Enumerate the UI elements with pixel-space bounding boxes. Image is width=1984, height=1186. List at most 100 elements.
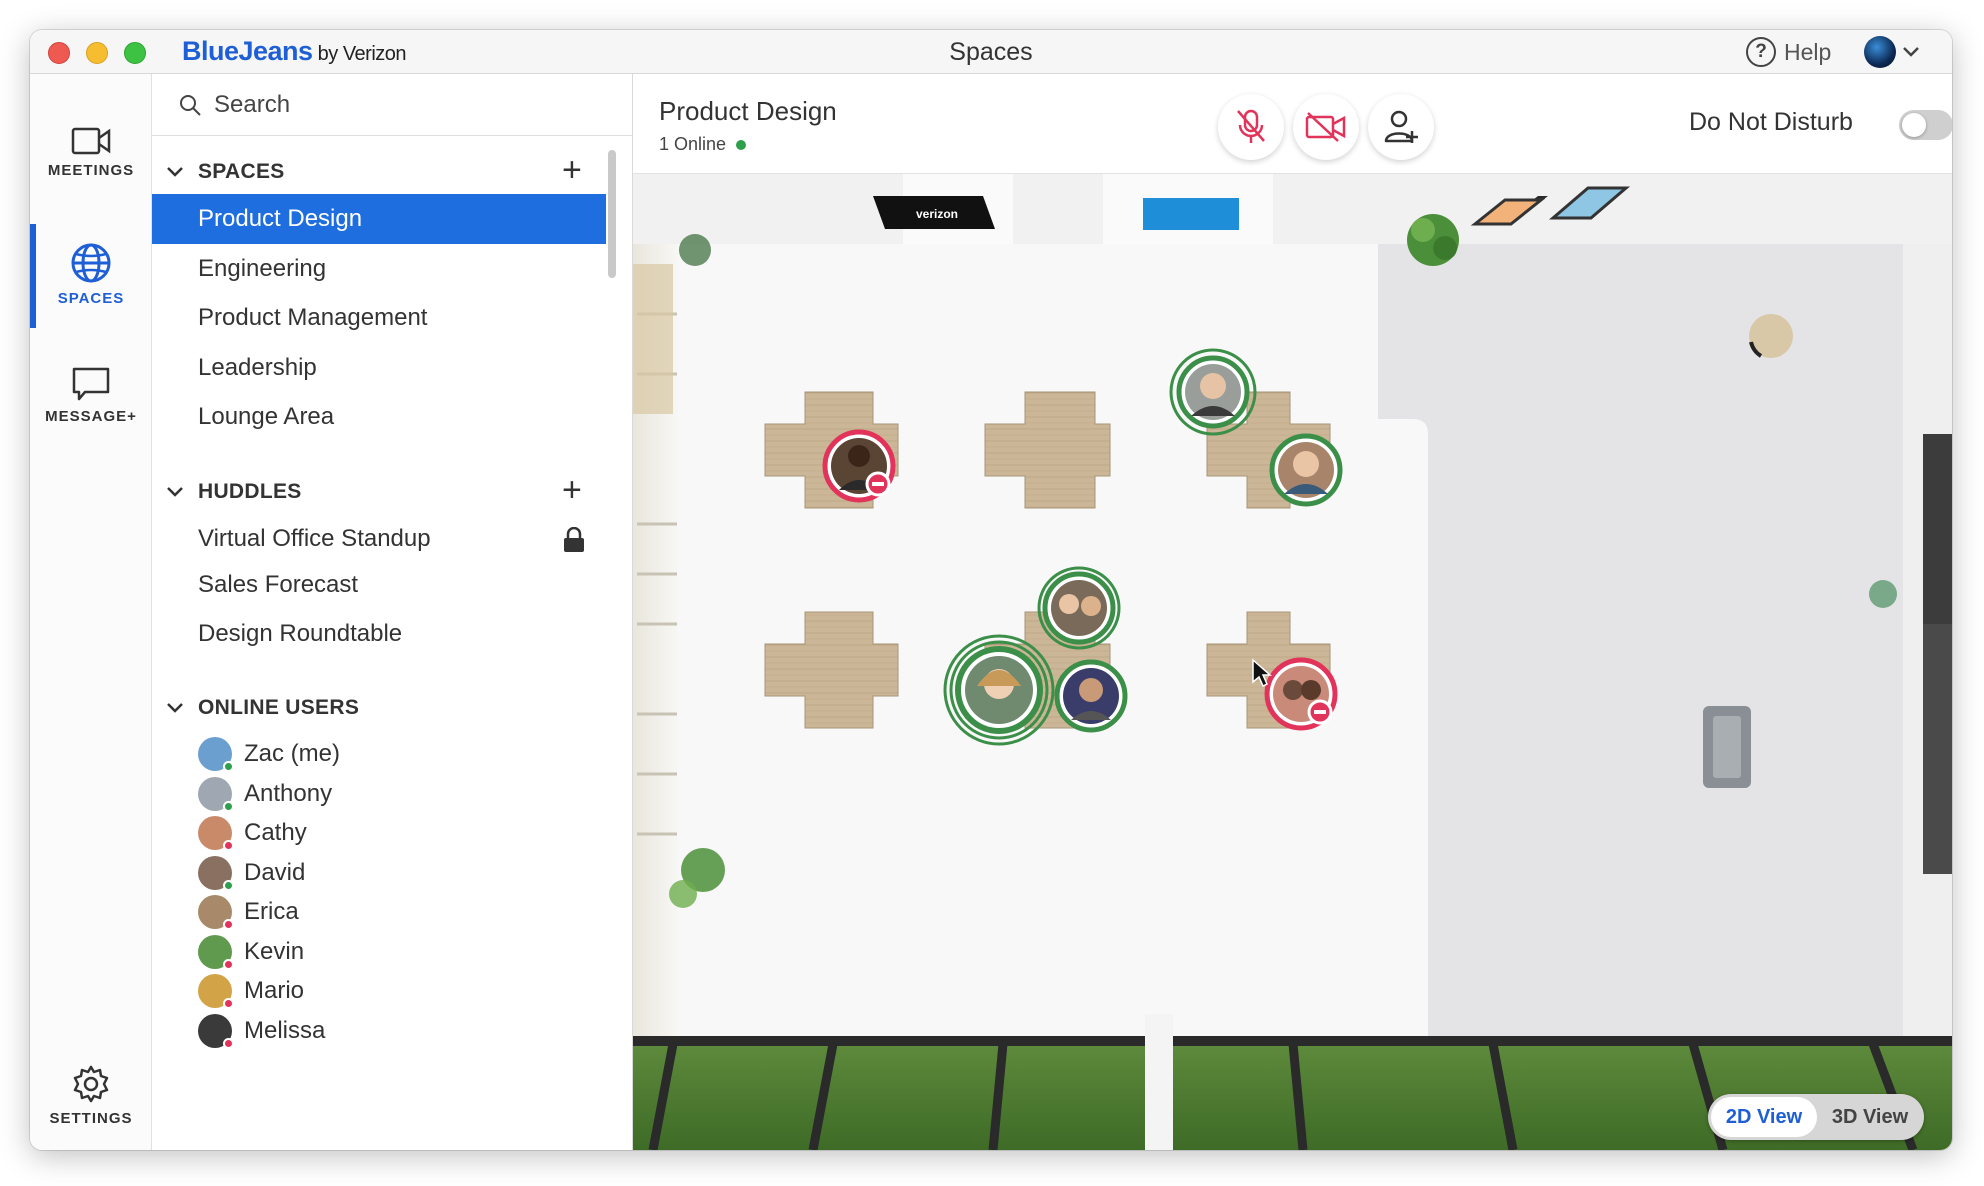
invite-user-button[interactable] xyxy=(1368,94,1434,160)
spaces-section-header[interactable]: SPACES + xyxy=(152,152,632,192)
nav-settings-label: SETTINGS xyxy=(49,1110,133,1127)
search-input[interactable] xyxy=(212,89,592,120)
chevron-down-icon xyxy=(167,703,183,713)
nav-settings[interactable]: SETTINGS xyxy=(30,1064,152,1127)
nav-meetings[interactable]: MEETINGS xyxy=(30,126,152,179)
floor-user-avatar[interactable] xyxy=(822,429,896,503)
online-user-name: Erica xyxy=(244,898,299,925)
close-window-button[interactable] xyxy=(48,42,70,64)
online-status-dot xyxy=(736,139,747,150)
avatar xyxy=(198,816,234,851)
online-user-name: Anthony xyxy=(244,779,333,807)
huddle-item-label: Virtual Office Standup xyxy=(198,525,431,552)
title-bar: BlueJeans by Verizon Spaces ? Help xyxy=(30,30,1952,74)
view-toggle[interactable]: 2D View 3D View xyxy=(1708,1094,1924,1140)
chevron-down-icon xyxy=(1903,47,1919,57)
sofa-cushion xyxy=(1713,716,1741,778)
add-user-icon xyxy=(1384,110,1418,143)
brand-suffix: by Verizon xyxy=(312,43,407,65)
add-space-button[interactable]: + xyxy=(562,153,582,187)
left-rail: MEETINGS SPACES MESSAGE+ SETTINGS xyxy=(30,74,152,1150)
do-not-disturb-label: Do Not Disturb xyxy=(1689,108,1853,136)
avatar xyxy=(1864,36,1896,68)
space-item[interactable]: Product Management xyxy=(152,293,606,343)
mic-off-icon xyxy=(1237,109,1265,143)
avatar xyxy=(198,974,234,1009)
chevron-down-icon xyxy=(167,487,183,497)
view-2d-button[interactable]: 2D View xyxy=(1711,1097,1817,1137)
chat-bubble-icon xyxy=(72,367,110,401)
online-user-name: Mario xyxy=(244,977,305,1004)
huddle-item[interactable]: Virtual Office Standup xyxy=(152,514,606,564)
floor-user-avatar[interactable] xyxy=(943,634,1055,746)
video-off-icon xyxy=(1305,112,1346,142)
nav-spaces-label: SPACES xyxy=(57,290,125,307)
lock-icon xyxy=(564,527,584,552)
office-floor-map[interactable]: verizon 2D View 3D View xyxy=(633,174,1952,1150)
huddles-section-header[interactable]: HUDDLES + xyxy=(152,472,632,512)
space-item[interactable]: Product Design xyxy=(152,194,606,244)
mute-mic-button[interactable] xyxy=(1218,94,1284,160)
video-camera-icon xyxy=(71,127,111,155)
gear-icon xyxy=(73,1065,109,1103)
huddle-item[interactable]: Sales Forecast xyxy=(152,560,606,610)
nav-spaces[interactable]: SPACES xyxy=(30,242,152,307)
floor-user-avatar[interactable] xyxy=(1169,348,1257,436)
help-button[interactable]: ? Help xyxy=(1746,36,1831,68)
floor-user-avatar[interactable] xyxy=(1037,566,1121,650)
avatar xyxy=(198,934,234,970)
online-user-name: Zac (me) xyxy=(244,740,340,767)
nav-message[interactable]: MESSAGE+ xyxy=(30,366,152,425)
space-view: Product Design 1 Online Do Not Disturb v… xyxy=(633,74,1952,1150)
space-header: Product Design 1 Online Do Not Disturb xyxy=(633,74,1952,174)
online-user-name: Cathy xyxy=(244,819,307,846)
online-user-name: David xyxy=(244,858,306,886)
huddle-item[interactable]: Design Roundtable xyxy=(152,609,606,659)
floor-user-avatar[interactable] xyxy=(1054,659,1128,733)
do-not-disturb-toggle[interactable] xyxy=(1899,110,1952,140)
search-bar xyxy=(152,74,632,136)
brand-logo: BlueJeans by Verizon xyxy=(182,36,407,67)
stop-video-button[interactable] xyxy=(1293,94,1359,160)
avatar xyxy=(198,855,234,891)
plant xyxy=(1869,580,1897,608)
nav-message-label: MESSAGE+ xyxy=(45,408,137,425)
entrance-path xyxy=(1145,1014,1173,1150)
help-label: Help xyxy=(1784,38,1832,65)
add-huddle-button[interactable]: + xyxy=(562,473,582,507)
online-users-section-header[interactable]: ONLINE USERS xyxy=(152,688,632,728)
right-screen xyxy=(1923,624,1952,874)
plant xyxy=(1407,214,1459,266)
online-user-item[interactable]: Melissa xyxy=(198,1006,325,1056)
verizon-sign-text: verizon xyxy=(916,207,958,221)
app-window: BlueJeans by Verizon Spaces ? Help MEETI… xyxy=(30,30,1952,1150)
online-user-name: Melissa xyxy=(244,1016,326,1044)
left-bookshelf xyxy=(633,264,673,414)
space-item[interactable]: Engineering xyxy=(152,244,606,294)
minus-icon xyxy=(872,482,884,486)
nav-meetings-label: MEETINGS xyxy=(47,162,135,179)
avatar xyxy=(198,776,234,812)
spaces-panel: SPACES + Product Design Engineering Prod… xyxy=(152,74,633,1150)
toggle-knob xyxy=(1902,113,1926,137)
brand-name: BlueJeans xyxy=(182,36,313,66)
maximize-window-button[interactable] xyxy=(124,42,146,64)
top-wall xyxy=(633,174,1952,244)
huddles-section-title: HUDDLES xyxy=(198,480,302,503)
space-item[interactable]: Leadership xyxy=(152,343,606,393)
floor-user-avatar[interactable] xyxy=(1264,657,1338,731)
avatar xyxy=(198,895,234,930)
space-title: Product Design xyxy=(659,96,837,126)
minus-icon xyxy=(1314,710,1326,714)
minimize-window-button[interactable] xyxy=(86,42,108,64)
floor-user-avatar[interactable] xyxy=(1269,433,1343,507)
online-count: 1 Online xyxy=(659,134,747,155)
profile-menu[interactable] xyxy=(1864,36,1920,68)
help-icon: ? xyxy=(1746,37,1776,67)
view-3d-button[interactable]: 3D View xyxy=(1820,1097,1920,1137)
search-icon xyxy=(180,94,201,116)
online-user-name: Kevin xyxy=(244,937,305,965)
lounge-area xyxy=(1378,244,1903,1044)
floor-plan: verizon xyxy=(633,174,1952,1150)
space-item[interactable]: Lounge Area xyxy=(152,392,606,442)
